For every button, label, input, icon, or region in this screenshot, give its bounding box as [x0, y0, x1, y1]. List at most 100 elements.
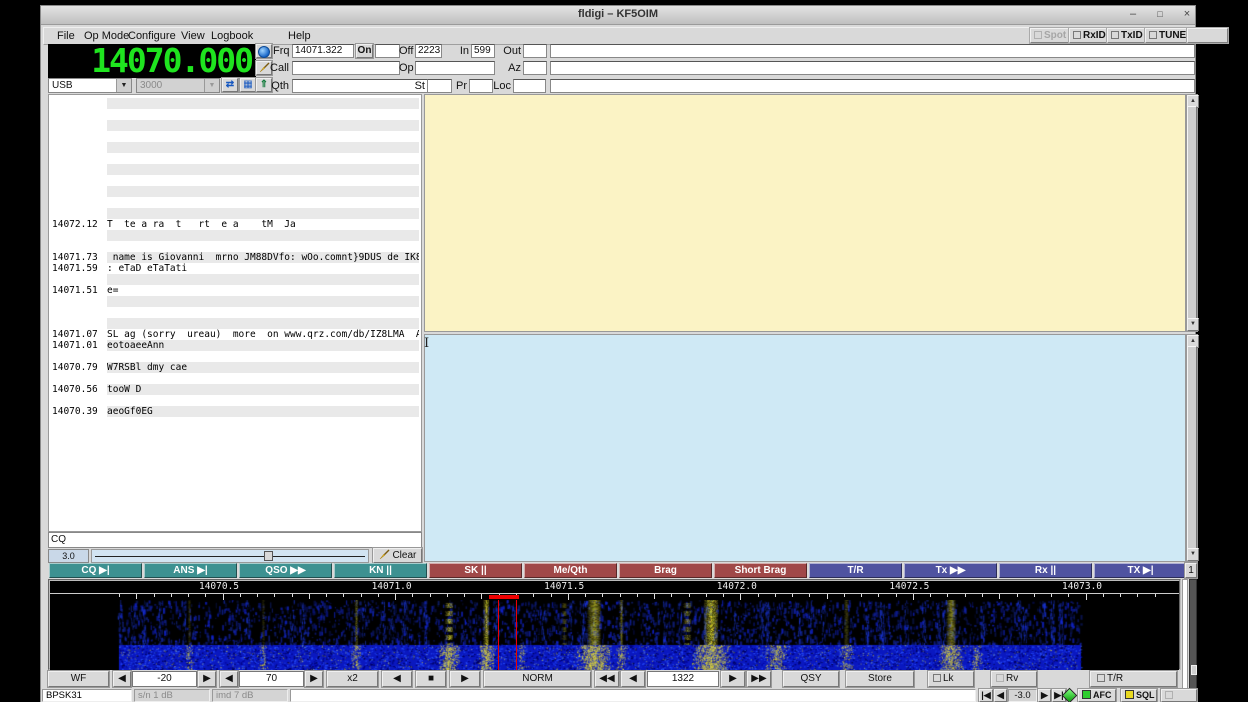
- loc-field[interactable]: [513, 79, 546, 93]
- center-button[interactable]: ■: [416, 671, 446, 687]
- scale-tick: [689, 594, 690, 597]
- time-on-field[interactable]: [375, 44, 400, 58]
- time-off-field[interactable]: 2223: [415, 44, 442, 58]
- scroll-left-button[interactable]: ◀: [382, 671, 412, 687]
- maximize-icon[interactable]: □: [1152, 7, 1168, 22]
- frq-label: Frq: [273, 44, 289, 58]
- speed-slider[interactable]: [91, 549, 369, 563]
- macro-tx[interactable]: Tx ▶▶: [904, 563, 997, 578]
- rst-out-field[interactable]: [523, 44, 547, 58]
- waterfall-display[interactable]: [50, 600, 1179, 670]
- tx-text-panel[interactable]: [424, 334, 1186, 562]
- scale-label: 14070.5: [199, 581, 239, 592]
- scroll-down-icon[interactable]: ▼: [1187, 548, 1199, 561]
- scale-tick: [1034, 594, 1035, 597]
- rst-in-field[interactable]: 599: [471, 44, 495, 58]
- reverse-button: Rv: [991, 671, 1037, 687]
- tune-button[interactable]: TUNE: [1145, 28, 1193, 43]
- macro-ans[interactable]: ANS ▶|: [144, 563, 237, 578]
- scale-tick: [447, 594, 448, 597]
- pr-field[interactable]: [469, 79, 493, 93]
- browser-stripe: [107, 230, 419, 241]
- macro-brag[interactable]: Brag: [619, 563, 712, 578]
- close-icon[interactable]: ×: [1179, 7, 1195, 22]
- shift-min-button[interactable]: |◀: [979, 689, 993, 702]
- shift-up-button[interactable]: ▶: [1038, 689, 1051, 702]
- carrier-left-button[interactable]: ◀: [621, 671, 645, 687]
- name-field[interactable]: [550, 61, 1195, 75]
- carrier-fwd-button[interactable]: ▶▶: [747, 671, 771, 687]
- store-button[interactable]: Store: [846, 671, 914, 687]
- sync-button[interactable]: ⇄: [222, 78, 238, 92]
- minimize-icon[interactable]: –: [1125, 7, 1141, 22]
- wf-mode-button[interactable]: WF: [48, 671, 109, 687]
- rx-text-panel[interactable]: [424, 94, 1186, 332]
- frequency-display[interactable]: 14070.000: [48, 44, 256, 78]
- macro-set-button[interactable]: 1: [1185, 563, 1197, 578]
- op-field[interactable]: [415, 61, 495, 75]
- macro-short-brag[interactable]: Short Brag: [714, 563, 807, 578]
- chevron-down-icon[interactable]: ▼: [116, 79, 131, 92]
- title-bar[interactable]: fldigi – KF5OIM – □ ×: [41, 6, 1195, 25]
- slider-handle[interactable]: [264, 551, 273, 561]
- macro-rx[interactable]: Rx ||: [999, 563, 1092, 578]
- browser-row-text: e=: [107, 285, 419, 296]
- macro-me-qth[interactable]: Me/Qth: [524, 563, 617, 578]
- carrier-right-button[interactable]: ▶: [721, 671, 745, 687]
- macro-sk[interactable]: SK ||: [429, 563, 522, 578]
- rx-scrollbar[interactable]: ▲ ▼: [1186, 94, 1198, 332]
- sql-button[interactable]: SQL: [1121, 689, 1157, 702]
- lock-button[interactable]: Lk: [928, 671, 974, 687]
- clear-tx-button[interactable]: Clear: [373, 548, 422, 563]
- zoom-button[interactable]: x2: [327, 671, 378, 687]
- menu-help[interactable]: Help: [284, 29, 315, 44]
- range-up-button[interactable]: ▶: [305, 671, 323, 687]
- rx-scroll-thumb[interactable]: [1187, 106, 1197, 320]
- speed-button[interactable]: NORM: [484, 671, 591, 687]
- tx-queue-line[interactable]: CQ: [48, 532, 422, 548]
- afc-led-icon: [1082, 690, 1091, 699]
- country-field[interactable]: [550, 79, 1195, 93]
- menu-file[interactable]: File: [53, 29, 79, 44]
- scroll-down-icon[interactable]: ▼: [1187, 318, 1199, 331]
- waterfall-level-slider[interactable]: [1189, 579, 1197, 689]
- mode-status[interactable]: BPSK31: [42, 689, 132, 702]
- frq-field[interactable]: 14071.322: [292, 44, 354, 58]
- chevron-down-icon: ▼: [204, 79, 219, 92]
- mode-combo[interactable]: USB▼: [48, 78, 132, 93]
- waterfall[interactable]: 14070.514071.014071.514072.014072.514073…: [48, 579, 1181, 670]
- scroll-right-button[interactable]: ▶: [450, 671, 480, 687]
- scale-tick: [1051, 594, 1052, 597]
- browser-row-freq: 14071.73: [52, 252, 104, 263]
- shift-down-button[interactable]: ◀: [994, 689, 1007, 702]
- browser-stripe: [107, 274, 419, 285]
- range-down-button[interactable]: ◀: [220, 671, 238, 687]
- level-up-button[interactable]: ▶: [198, 671, 216, 687]
- macro-tr[interactable]: T/R: [809, 563, 902, 578]
- macro-cq[interactable]: CQ ▶|: [49, 563, 142, 578]
- on-button[interactable]: On: [356, 44, 373, 58]
- save-log-button[interactable]: ▦: [240, 78, 256, 92]
- carrier-field[interactable]: 1322: [647, 671, 719, 687]
- range-field[interactable]: 70: [239, 671, 304, 687]
- tx-scrollbar[interactable]: ▲ ▼: [1186, 334, 1198, 562]
- az-field[interactable]: [523, 61, 547, 75]
- tx-scroll-thumb[interactable]: [1187, 346, 1197, 550]
- upper-level-field[interactable]: -20: [132, 671, 197, 687]
- cw-speed-value: 3.0: [48, 549, 89, 563]
- carrier-rew-button[interactable]: ◀◀: [595, 671, 619, 687]
- macro-qso[interactable]: QSO ▶▶: [239, 563, 332, 578]
- st-field[interactable]: [427, 79, 452, 93]
- afc-button[interactable]: AFC: [1078, 689, 1116, 702]
- qrz-lookup-button[interactable]: [256, 44, 272, 58]
- snr-status: s/n 1 dB: [134, 689, 210, 702]
- macro-kn[interactable]: KN ||: [334, 563, 427, 578]
- call-field[interactable]: [292, 61, 400, 75]
- scale-tick: [292, 594, 293, 597]
- browser-row-freq: 14070.39: [52, 406, 104, 417]
- notes-field[interactable]: [550, 44, 1195, 58]
- tr-button[interactable]: T/R: [1090, 671, 1177, 687]
- macro-txx[interactable]: TX ▶|: [1094, 563, 1187, 578]
- slider-handle[interactable]: [1191, 665, 1197, 675]
- level-down-button[interactable]: ◀: [113, 671, 131, 687]
